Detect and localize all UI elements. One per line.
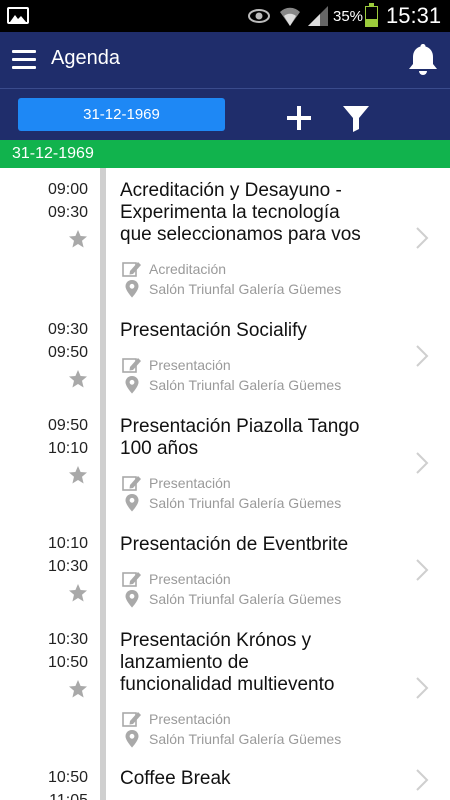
start-time: 09:00 [47, 181, 88, 198]
event-location-label: Salón Triunfal Galería Güemes [149, 377, 342, 393]
event-title: Presentación Krónos y lanzamiento de funci… [120, 630, 400, 696]
time-range: 10:50 11:05 [0, 766, 88, 800]
date-picker-button[interactable]: 31-12-1969 [18, 98, 225, 131]
end-time: 09:30 [47, 204, 88, 221]
star-icon[interactable] [68, 679, 88, 699]
page-title: Agenda [51, 47, 120, 69]
star-icon[interactable] [68, 229, 88, 249]
signal-icon [308, 6, 328, 26]
event-title-line: lanzamiento de [120, 652, 249, 673]
event-category-label: Acreditación [149, 261, 227, 277]
app-bar: Agenda [0, 32, 450, 88]
star-icon[interactable] [68, 369, 88, 389]
event-location-label: Salón Triunfal Galería Güemes [149, 731, 342, 747]
edit-icon [122, 474, 142, 492]
event-title-line: Presentación Socialify [120, 320, 307, 341]
plus-icon[interactable] [284, 103, 314, 133]
time-range: 09:00 09:30 [0, 178, 88, 224]
time-range: 10:10 10:30 [0, 532, 88, 578]
location-pin-icon [122, 730, 142, 748]
star-icon[interactable] [68, 465, 88, 485]
event-category-label: Presentación [149, 571, 231, 587]
end-time: 10:10 [47, 440, 88, 457]
event-title-line: funcionalidad multievento [120, 674, 335, 695]
end-time: 10:50 [47, 654, 88, 671]
edit-icon [122, 356, 142, 374]
clock: 15:31 [386, 3, 442, 28]
start-time: 10:50 [47, 769, 88, 786]
end-time: 11:05 [0, 789, 88, 800]
event-title-line: Presentación Krónos y [120, 630, 312, 651]
edit-icon [122, 570, 142, 588]
battery-percent: 35% [333, 8, 364, 25]
event-title: Presentación de Eventbrite [120, 534, 400, 556]
location-pin-icon [122, 590, 142, 608]
filter-icon[interactable] [342, 103, 370, 133]
event-category-label: Presentación [149, 357, 231, 373]
location-pin-icon [122, 376, 142, 394]
agenda-list[interactable]: 09:00 09:30 Acreditación y Desayuno - Exper… [0, 168, 450, 800]
event-title-line: Coffee Break [120, 768, 231, 789]
time-range: 10:30 10:50 [0, 628, 88, 674]
timeline-line [100, 168, 106, 800]
chevron-right-icon[interactable] [415, 344, 429, 368]
start-time: 09:30 [47, 321, 88, 338]
event-category-label: Presentación [149, 711, 231, 727]
chevron-right-icon[interactable] [415, 451, 429, 475]
location-pin-icon [122, 280, 142, 298]
time-range: 09:30 09:50 [0, 318, 88, 364]
start-time: 09:50 [47, 417, 88, 434]
event-title: Coffee Break [120, 768, 400, 790]
star-icon[interactable] [68, 583, 88, 603]
start-time: 10:10 [47, 535, 88, 552]
event-category-label: Presentación [149, 475, 231, 491]
edit-icon [122, 710, 142, 728]
battery-icon [365, 3, 378, 27]
chevron-right-icon[interactable] [415, 558, 429, 582]
chevron-right-icon[interactable] [415, 676, 429, 700]
chevron-right-icon[interactable] [415, 768, 429, 792]
start-time: 10:30 [47, 631, 88, 648]
event-title-line: que seleccionamos para vos [120, 224, 361, 245]
gallery-icon [7, 7, 29, 24]
wifi-icon [280, 7, 300, 27]
event-location-label: Salón Triunfal Galería Güemes [149, 281, 342, 297]
event-title-line: 100 años [120, 438, 199, 459]
chevron-right-icon[interactable] [415, 226, 429, 250]
status-bar: 35% 15:31 [0, 0, 450, 32]
event-title-line: Presentación de Eventbrite [120, 534, 349, 555]
event-location-label: Salón Triunfal Galería Güemes [149, 495, 342, 511]
end-time: 10:30 [47, 558, 88, 575]
edit-icon [122, 260, 142, 278]
event-title-line: Acreditación y Desayuno - [120, 180, 342, 201]
time-range: 09:50 10:10 [0, 414, 88, 460]
end-time: 09:50 [47, 344, 88, 361]
date-toolbar: 31-12-1969 [0, 88, 450, 140]
day-header: 31-12-1969 [0, 140, 450, 168]
bell-icon[interactable] [407, 42, 439, 76]
event-title-line: Experimenta la tecnología [120, 202, 340, 223]
event-title: Presentación Piazolla Tango 100 años [120, 416, 400, 460]
hamburger-menu-icon[interactable] [12, 50, 36, 70]
status-icons [248, 6, 328, 27]
event-title: Acreditación y Desayuno - Experimenta la … [120, 180, 400, 246]
event-title: Presentación Socialify [120, 320, 400, 342]
eye-icon [248, 9, 270, 23]
event-location-label: Salón Triunfal Galería Güemes [149, 591, 342, 607]
event-title-line: Presentación Piazolla Tango [120, 416, 360, 437]
location-pin-icon [122, 494, 142, 512]
